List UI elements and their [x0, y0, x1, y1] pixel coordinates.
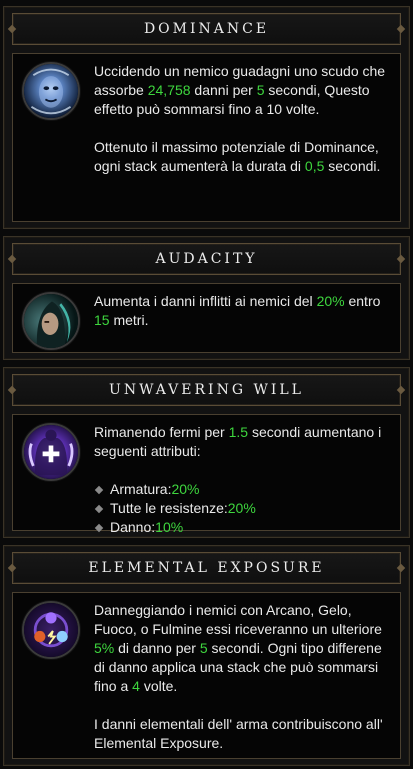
bullet-damage: Danno: 10% — [94, 518, 394, 537]
hooded-figure-icon — [22, 292, 80, 350]
bullet-resistances: Tutte le resistenze: 20% — [94, 499, 394, 518]
bullet-diamond-icon — [94, 485, 104, 494]
dominance-description: Uccidendo un nemico guadagni uno scudo c… — [94, 63, 386, 174]
elemental-exposure-description: Danneggiando i nemici con Arcano, Gelo, … — [94, 602, 383, 751]
audacity-body: Aumenta i danni inflitti ai nemici del 2… — [12, 283, 401, 353]
bullet-diamond-icon — [94, 523, 104, 532]
unwavering-will-title: Unwavering Will — [12, 374, 401, 406]
unwavering-will-body: Rimanendo fermi per 1.5 secondi aumentan… — [12, 414, 401, 535]
face-sigil-icon — [22, 62, 80, 120]
dominance-panel: Dominance Uccidendo un nemico guadagni u… — [3, 6, 410, 229]
audacity-description: Aumenta i danni inflitti ai nemici del 2… — [94, 293, 381, 328]
unwavering-will-panel: Unwavering Will Rimanendo fermi per 1.5 … — [3, 367, 410, 538]
unwavering-will-description: Rimanendo fermi per 1.5 secondi aumentan… — [94, 423, 394, 537]
bullet-diamond-icon — [94, 504, 104, 513]
elemental-exposure-body: Danneggiando i nemici con Arcano, Gelo, … — [12, 592, 401, 759]
dominance-title: Dominance — [12, 13, 401, 45]
bullet-armor: Armatura: 20% — [94, 480, 394, 499]
audacity-panel: Audacity Aumenta i danni inflitti ai nem… — [3, 236, 410, 360]
elemental-exposure-panel: Elemental Exposure Danneggiando i nemici… — [3, 545, 410, 766]
shielded-body-icon — [22, 423, 80, 481]
audacity-title: Audacity — [12, 243, 401, 275]
elements-icon — [22, 601, 80, 659]
elemental-exposure-title: Elemental Exposure — [12, 552, 401, 584]
dominance-body: Uccidendo un nemico guadagni uno scudo c… — [12, 53, 401, 222]
